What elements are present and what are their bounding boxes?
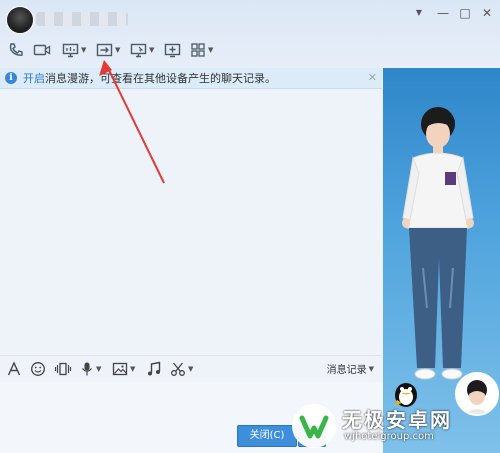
phone-icon [9, 43, 23, 56]
chevron-down-icon[interactable]: ▼ [208, 46, 213, 54]
font-button[interactable] [6, 360, 22, 378]
chat-toolbar: ▼ ▼ ▼ ▼ [0, 38, 380, 64]
minimize-button[interactable]: — [436, 6, 450, 20]
music-note-icon [148, 361, 161, 376]
contact-avatar[interactable] [6, 6, 34, 34]
font-icon [7, 361, 21, 376]
title-bar: ▼ — □ ✕ [0, 0, 500, 36]
voice-call-button[interactable] [8, 40, 24, 60]
chevron-down-icon[interactable]: ▼ [96, 365, 101, 373]
watermark-logo-icon [292, 404, 336, 448]
music-button[interactable] [146, 360, 162, 378]
monitor-icon [130, 43, 147, 58]
input-toolbar: ▼ ▼ ▼ 消息记录 ▼ [0, 355, 382, 382]
watermark-url: wjhotelgroup.com [344, 431, 434, 442]
roaming-notice-bar: i 开启 消息漫游，可查看在其他设备产生的聊天记录。 ✕ [0, 68, 382, 89]
maximize-button[interactable]: □ [458, 6, 472, 20]
file-transfer-icon [96, 43, 113, 57]
smiley-icon [31, 362, 45, 376]
chevron-down-icon[interactable]: ▼ [149, 46, 154, 54]
watermark: 无极安卓网 wjhotelgroup.com [290, 400, 500, 453]
contact-name-blurred [36, 12, 128, 26]
watermark-title: 无极安卓网 [342, 408, 452, 432]
notice-text: 消息漫游，可查看在其他设备产生的聊天记录。 [45, 72, 276, 85]
screen-share-button[interactable]: ▼ [130, 40, 154, 60]
screenshot-button[interactable]: ▼ [170, 360, 193, 378]
enable-roaming-link[interactable]: 开启 [23, 70, 45, 86]
screen-share-icon [62, 43, 79, 58]
close-chat-button[interactable]: 关闭(C) [237, 425, 297, 447]
message-area[interactable] [0, 89, 382, 351]
chevron-down-icon[interactable]: ▼ [369, 365, 374, 373]
chevron-down-icon[interactable]: ▼ [81, 46, 86, 54]
message-history-label: 消息记录 [326, 365, 367, 376]
add-app-button[interactable] [164, 40, 181, 60]
scissors-icon [171, 362, 185, 376]
grid-icon [191, 43, 205, 57]
chevron-down-icon[interactable]: ▼ [188, 365, 193, 373]
video-camera-icon [33, 44, 51, 56]
send-image-button[interactable]: ▼ [112, 360, 135, 378]
apps-grid-button[interactable]: ▼ [190, 40, 213, 60]
menu-dropdown-icon[interactable]: ▼ [412, 6, 426, 20]
vibrate-icon [54, 362, 72, 376]
info-icon: i [5, 72, 17, 84]
microphone-icon [82, 362, 92, 376]
send-file-button[interactable]: ▼ [96, 40, 120, 60]
close-icon[interactable]: ✕ [368, 71, 377, 84]
video-call-button[interactable] [33, 40, 51, 60]
shake-button[interactable] [54, 360, 72, 378]
plus-box-icon [164, 43, 181, 58]
voice-message-button[interactable]: ▼ [80, 360, 101, 378]
close-window-button[interactable]: ✕ [480, 6, 494, 20]
chat-window: ▼ — □ ✕ ▼ ▼ ▼ ▼ i 开启 消息漫游，可查看在其他设备产生的聊天记… [0, 0, 500, 453]
image-icon [112, 362, 128, 376]
message-history-button[interactable]: 消息记录 ▼ [326, 361, 374, 377]
remote-demo-button[interactable]: ▼ [62, 40, 86, 60]
chevron-down-icon[interactable]: ▼ [115, 46, 120, 54]
chevron-down-icon[interactable]: ▼ [130, 365, 135, 373]
emoji-button[interactable] [30, 360, 46, 378]
